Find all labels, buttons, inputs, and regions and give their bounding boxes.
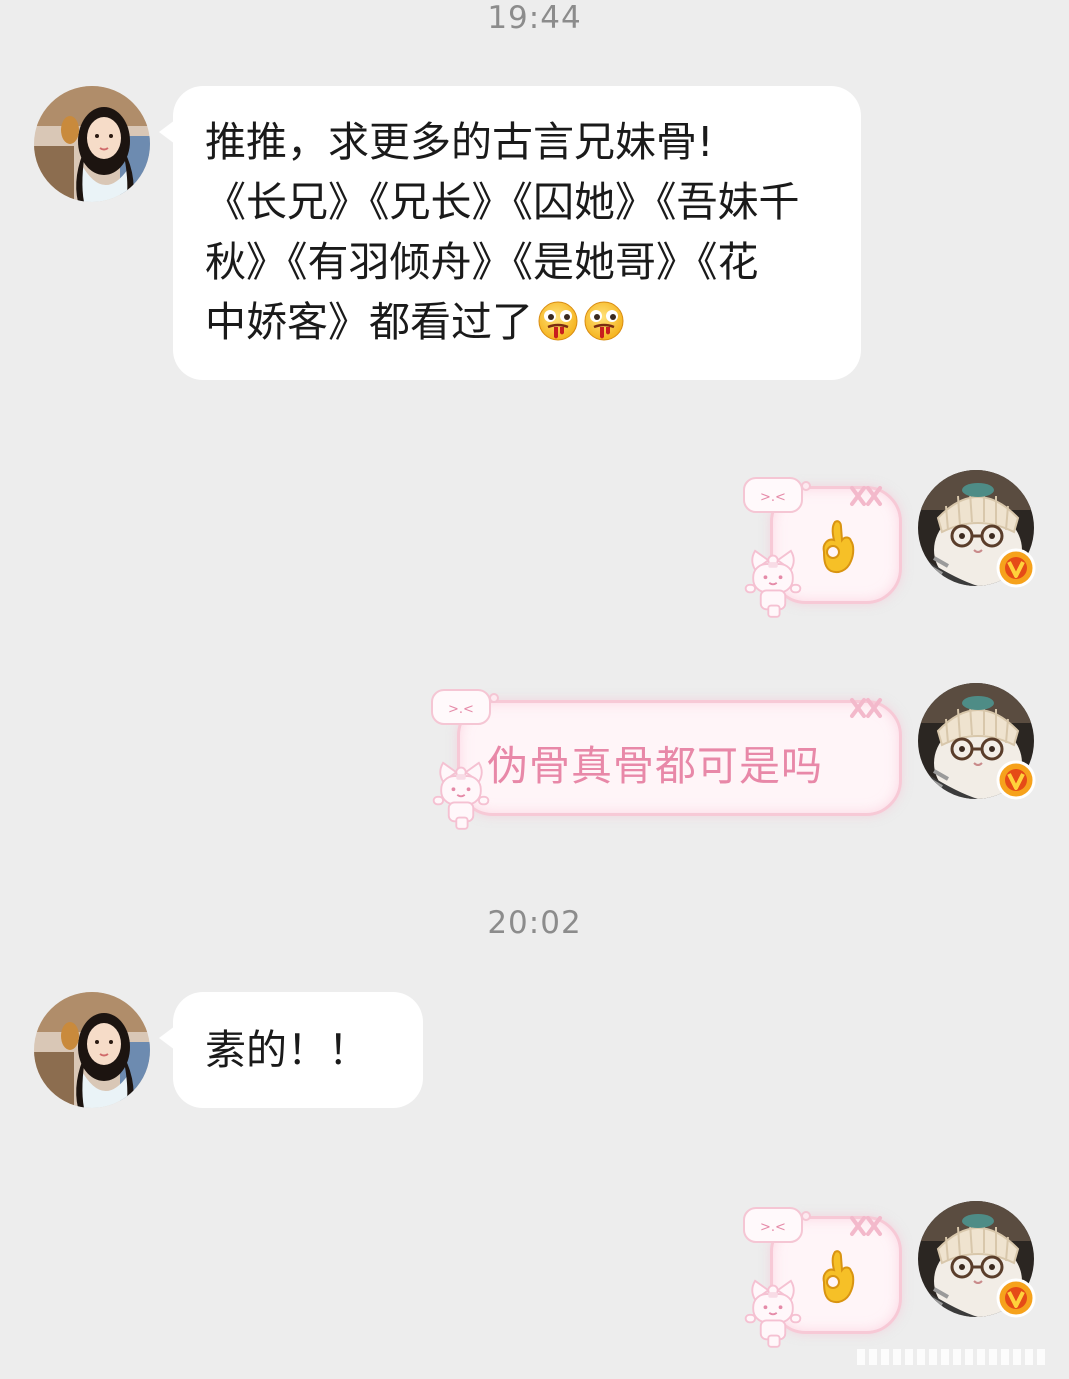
message-text: 素的！！ <box>205 1026 369 1074</box>
message-bubble[interactable]: 推推，求更多的古言兄妹骨! 《长兄》《兄长》《囚她》《吾妹千 秋》《有羽倾舟》《… <box>159 86 861 380</box>
verified-badge-icon <box>996 1278 1036 1318</box>
bubble-tag-decoration <box>430 688 500 728</box>
message-bubble[interactable]: 素的！！ <box>159 992 423 1108</box>
bunny-decoration <box>740 542 806 620</box>
timestamp: 19:44 <box>487 0 582 36</box>
verified-badge-icon <box>996 760 1036 800</box>
avatar-image <box>34 86 150 202</box>
avatar-image <box>34 992 150 1108</box>
watermark-stripes <box>857 1349 1045 1365</box>
bubble-bow-decoration <box>846 694 886 724</box>
bubble-bow-decoration <box>846 1212 886 1242</box>
message-text-line: 秋》《有羽倾舟》《是她哥》《花 <box>205 238 759 286</box>
bubble-bow-decoration <box>846 482 886 512</box>
bubble-tag-decoration <box>742 476 812 516</box>
drooling-face-icon <box>583 300 625 342</box>
bunny-decoration <box>740 1272 806 1350</box>
verified-badge-icon <box>996 548 1036 588</box>
contact-avatar[interactable] <box>34 86 150 202</box>
message-bubble-pink[interactable]: 伪骨真骨都可是吗 <box>457 700 902 816</box>
message-text-line: 中娇客》都看过了 <box>205 298 533 346</box>
ok-hand-icon <box>814 518 858 578</box>
timestamp: 20:02 <box>487 905 582 941</box>
message-text-line: 《长兄》《兄长》《囚她》《吾妹千 <box>205 178 800 226</box>
bunny-decoration <box>428 754 494 832</box>
message-text: 伪骨真骨都可是吗 <box>487 742 823 790</box>
contact-avatar[interactable] <box>34 992 150 1108</box>
ok-hand-icon <box>814 1248 858 1308</box>
drooling-face-icon <box>537 300 579 342</box>
bubble-tag-decoration <box>742 1206 812 1246</box>
message-text-line: 推推，求更多的古言兄妹骨! <box>205 118 714 166</box>
